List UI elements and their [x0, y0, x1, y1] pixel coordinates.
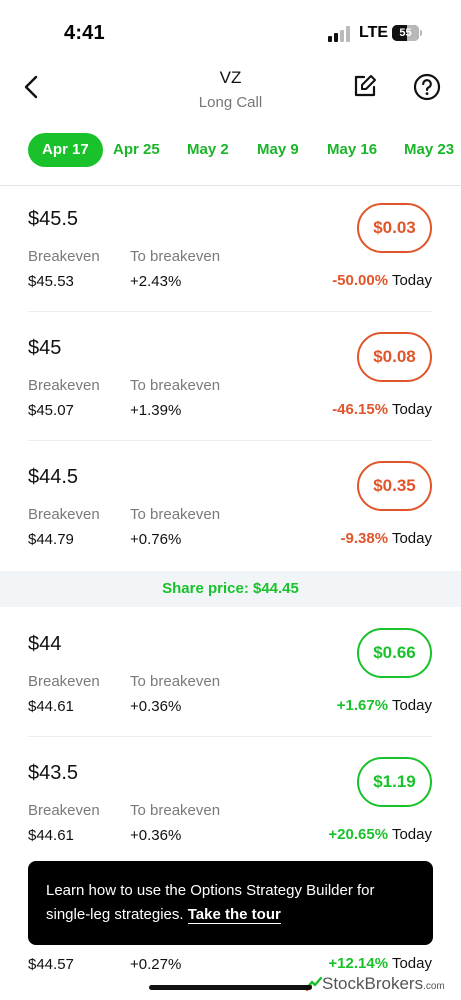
strike-price: $44: [28, 633, 62, 655]
today-label: Today: [391, 530, 432, 547]
home-indicator: [149, 985, 312, 990]
row-divider: [28, 311, 432, 312]
change-percent: +1.67%: [336, 697, 389, 714]
change-percent: -46.15%: [332, 401, 389, 418]
option-row[interactable]: $44 Breakeven To breakeven $44.61 +0.36%…: [0, 611, 461, 740]
to-breakeven-value: +0.76%: [130, 531, 182, 548]
battery-icon: 55: [392, 25, 422, 41]
today-label: Today: [391, 401, 432, 418]
to-breakeven-value: +1.39%: [130, 402, 182, 419]
tab-apr-25[interactable]: Apr 25: [113, 133, 160, 167]
daily-change: +20.65% Today: [328, 826, 432, 843]
option-price-button[interactable]: $0.08: [357, 332, 432, 382]
breakeven-label: Breakeven: [28, 802, 100, 819]
watermark-suffix: .com: [423, 981, 445, 992]
option-row[interactable]: $44.5 Breakeven To breakeven $44.79 +0.7…: [0, 444, 461, 573]
tab-may-9[interactable]: May 9: [257, 133, 299, 167]
strike-price: $45.5: [28, 208, 79, 230]
tab-may-23[interactable]: May 23: [404, 133, 454, 167]
change-percent: +20.65%: [328, 826, 389, 843]
daily-change: -46.15% Today: [332, 401, 432, 418]
to-breakeven-label: To breakeven: [130, 802, 221, 819]
daily-change: -50.00% Today: [332, 272, 432, 289]
to-breakeven-value: +2.43%: [130, 273, 182, 290]
to-breakeven-label: To breakeven: [130, 248, 221, 265]
to-breakeven-label: To breakeven: [130, 377, 221, 394]
change-percent: +12.14%: [328, 955, 389, 972]
breakeven-value: $44.61: [28, 698, 74, 715]
row-divider: [28, 440, 432, 441]
breakeven-label: Breakeven: [28, 673, 100, 690]
daily-change: -9.38% Today: [341, 530, 432, 547]
watermark-name: StockBrokers: [322, 974, 424, 993]
daily-change: +1.67% Today: [337, 697, 432, 714]
status-time: 4:41: [64, 22, 105, 44]
option-price-button[interactable]: $0.66: [357, 628, 432, 678]
breakeven-value: $44.79: [28, 531, 74, 548]
breakeven-value: $45.53: [28, 273, 74, 290]
today-label: Today: [391, 272, 432, 289]
breakeven-value: $44.61: [28, 827, 74, 844]
option-row[interactable]: $45 Breakeven To breakeven $45.07 +1.39%…: [0, 315, 461, 444]
option-price-button[interactable]: $0.03: [357, 203, 432, 253]
strike-price: $45: [28, 337, 62, 359]
strike-price: $43.5: [28, 762, 79, 784]
to-breakeven-value: +0.27%: [130, 956, 182, 973]
to-breakeven-label: To breakeven: [130, 673, 221, 690]
option-price-button[interactable]: $0.35: [357, 461, 432, 511]
help-icon[interactable]: [413, 73, 441, 101]
daily-change: +12.14% Today: [328, 955, 432, 972]
battery-level: 55: [399, 27, 412, 39]
to-breakeven-value: +0.36%: [130, 827, 182, 844]
watermark-logo: StockBrokers.com: [305, 974, 445, 994]
today-label: Today: [391, 955, 432, 972]
breakeven-value: $45.07: [28, 402, 74, 419]
strategy-builder-tooltip[interactable]: Learn how to use the Options Strategy Bu…: [28, 861, 433, 945]
tab-may-2[interactable]: May 2: [187, 133, 229, 167]
row-divider: [28, 736, 432, 737]
nav-header: VZ Long Call: [0, 60, 461, 120]
option-row[interactable]: $45.5 Breakeven To breakeven $45.53 +2.4…: [0, 186, 461, 315]
breakeven-label: Breakeven: [28, 248, 100, 265]
breakeven-label: Breakeven: [28, 377, 100, 394]
option-row[interactable]: $43.5 Breakeven To breakeven $44.61 +0.3…: [0, 740, 461, 869]
strike-price: $44.5: [28, 466, 79, 488]
tab-apr-17[interactable]: Apr 17: [28, 133, 103, 167]
breakeven-label: Breakeven: [28, 506, 100, 523]
signal-icon: [328, 26, 350, 42]
option-price-button[interactable]: $1.19: [357, 757, 432, 807]
change-percent: -9.38%: [340, 530, 389, 547]
tab-may-16[interactable]: May 16: [327, 133, 377, 167]
today-label: Today: [391, 826, 432, 843]
to-breakeven-value: +0.36%: [130, 698, 182, 715]
change-percent: -50.00%: [332, 272, 389, 289]
share-price-banner: Share price: $44.45: [0, 571, 461, 607]
page-subtitle: Long Call: [198, 94, 263, 111]
take-tour-link[interactable]: Take the tour: [187, 906, 281, 924]
network-label: LTE: [359, 24, 389, 41]
breakeven-value: $44.57: [28, 956, 74, 973]
page-title: VZ: [219, 68, 242, 87]
today-label: Today: [391, 697, 432, 714]
to-breakeven-label: To breakeven: [130, 506, 221, 523]
status-bar: 4:41 LTE 55: [0, 0, 461, 60]
expiration-tabs: Apr 17 Apr 25 May 2 May 9 May 16 May 23: [0, 133, 461, 167]
edit-icon[interactable]: [352, 73, 378, 99]
